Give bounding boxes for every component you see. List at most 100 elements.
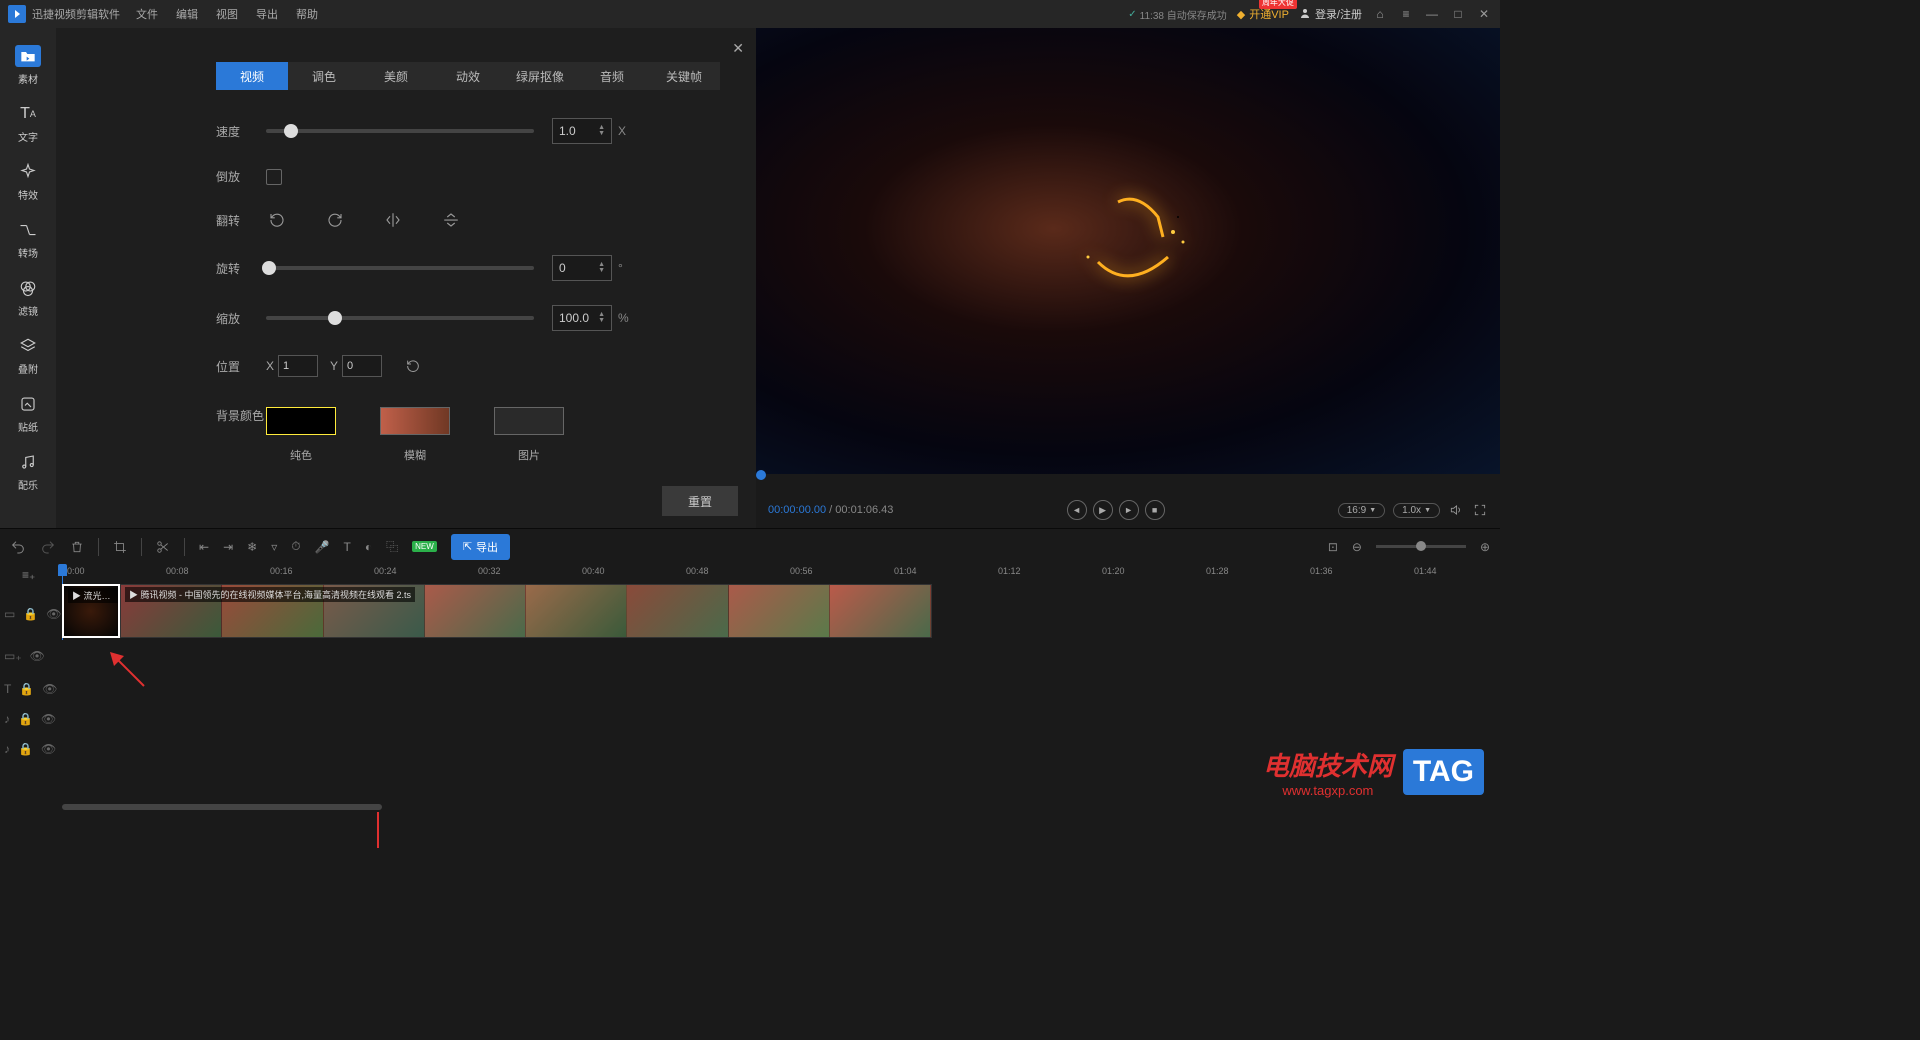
speed-icon[interactable]: ⏱ xyxy=(291,539,300,554)
play-button[interactable]: ▶ xyxy=(1093,500,1113,520)
lock-icon[interactable]: 🔒 xyxy=(19,682,34,696)
playback-rate-select[interactable]: 1.0x▼ xyxy=(1393,503,1440,518)
eye-icon[interactable]: 👁 xyxy=(41,712,56,726)
trim-end-icon[interactable]: ⇥ xyxy=(223,540,233,554)
sidebar-item-filter[interactable]: 滤镜 xyxy=(0,268,56,326)
close-icon[interactable]: ✕ xyxy=(732,40,744,57)
sidebar-item-material[interactable]: 素材 xyxy=(0,36,56,94)
maximize-icon[interactable]: □ xyxy=(1450,6,1466,22)
position-x-input[interactable] xyxy=(278,355,318,377)
clip[interactable]: ▶ 腾讯视频 - 中国领先的在线视频媒体平台,海量高清视频在线观看 2.ts xyxy=(120,584,932,638)
menu-file[interactable]: 文件 xyxy=(136,6,158,22)
tab-beauty[interactable]: 美颜 xyxy=(360,62,432,90)
reset-button[interactable]: 重置 xyxy=(662,486,738,516)
stop-button[interactable]: ■ xyxy=(1145,500,1165,520)
tab-video[interactable]: 视频 xyxy=(216,62,288,90)
marker-icon[interactable]: ▿ xyxy=(271,540,277,554)
video-track[interactable]: ▶ 流光倒... ▶ 腾讯视频 - 中国领先的在线视频媒体平台,海量高清视频在线… xyxy=(62,584,1500,640)
scroll-thumb[interactable] xyxy=(62,804,382,810)
reverse-checkbox[interactable] xyxy=(266,169,282,185)
tracks-area[interactable]: ▶ 流光倒... ▶ 腾讯视频 - 中国领先的在线视频媒体平台,海量高清视频在线… xyxy=(62,584,1500,640)
position-y-input[interactable] xyxy=(342,355,382,377)
spinner-icon[interactable]: ▲▼ xyxy=(598,125,605,137)
speed-slider[interactable] xyxy=(266,129,534,133)
timeline-menu-icon[interactable]: ≡₊ xyxy=(22,568,35,582)
tab-audio[interactable]: 音频 xyxy=(576,62,648,90)
trim-start-icon[interactable]: ⇤ xyxy=(199,540,209,554)
sidebar-item-effects[interactable]: 特效 xyxy=(0,152,56,210)
mask-icon[interactable]: ◐ xyxy=(365,540,372,554)
clip-selected[interactable]: ▶ 流光倒... xyxy=(62,584,120,638)
scale-input[interactable]: 100.0 ▲▼ xyxy=(552,305,612,331)
export-button[interactable]: ⇱ 导出 xyxy=(451,534,510,560)
spinner-icon[interactable]: ▲▼ xyxy=(598,312,605,324)
video-track-icon[interactable]: ▭ xyxy=(4,607,15,621)
flip-vertical-icon[interactable] xyxy=(440,209,462,231)
tab-color[interactable]: 调色 xyxy=(288,62,360,90)
login-button[interactable]: 登录/注册 xyxy=(1299,6,1362,22)
zoom-slider[interactable] xyxy=(1376,545,1466,548)
crop-icon[interactable] xyxy=(113,540,127,554)
fit-icon[interactable]: ⊡ xyxy=(1328,540,1338,554)
scale-slider[interactable] xyxy=(266,316,534,320)
delete-icon[interactable] xyxy=(70,540,84,554)
aspect-ratio-select[interactable]: 16:9▼ xyxy=(1338,503,1385,518)
tab-greenscreen[interactable]: 绿屏抠像 xyxy=(504,62,576,90)
redo-icon[interactable] xyxy=(40,539,56,555)
menu-icon[interactable]: ≡ xyxy=(1398,6,1414,22)
lock-icon[interactable]: 🔒 xyxy=(18,742,33,756)
audio-track-icon[interactable]: ♪ xyxy=(4,712,10,726)
preview-scrubber[interactable] xyxy=(756,474,1500,492)
close-window-icon[interactable]: ✕ xyxy=(1476,6,1492,22)
prev-frame-button[interactable]: ◄ xyxy=(1067,500,1087,520)
text-tool-icon[interactable]: T xyxy=(344,540,351,554)
rotate-ccw-icon[interactable] xyxy=(266,209,288,231)
eye-icon[interactable]: 👁 xyxy=(42,682,57,696)
text-track-icon[interactable]: T xyxy=(4,682,11,696)
zoom-in-icon[interactable]: ⊕ xyxy=(1480,540,1490,554)
sidebar-item-transition[interactable]: 转场 xyxy=(0,210,56,268)
time-ruler[interactable]: 00:00 00:08 00:16 00:24 00:32 00:40 00:4… xyxy=(62,564,1500,584)
sidebar-item-sticker[interactable]: 贴纸 xyxy=(0,384,56,442)
bg-solid-swatch[interactable] xyxy=(266,407,336,435)
menu-view[interactable]: 视图 xyxy=(216,6,238,22)
preview-video[interactable] xyxy=(756,28,1500,474)
eye-icon[interactable]: 👁 xyxy=(30,649,45,663)
rotate-slider[interactable] xyxy=(266,266,534,270)
tab-keyframe[interactable]: 关键帧 xyxy=(648,62,720,90)
menu-edit[interactable]: 编辑 xyxy=(176,6,198,22)
tab-motion[interactable]: 动效 xyxy=(432,62,504,90)
menu-export[interactable]: 导出 xyxy=(256,6,278,22)
scrub-head[interactable] xyxy=(756,470,766,480)
rotate-cw-icon[interactable] xyxy=(324,209,346,231)
overlay-track-icon[interactable]: ▭₊ xyxy=(4,649,22,663)
speed-input[interactable]: 1.0 ▲▼ xyxy=(552,118,612,144)
menu-help[interactable]: 帮助 xyxy=(296,6,318,22)
fullscreen-icon[interactable] xyxy=(1472,502,1488,518)
bg-blur-swatch[interactable] xyxy=(380,407,450,435)
next-frame-button[interactable]: ► xyxy=(1119,500,1139,520)
lock-icon[interactable]: 🔒 xyxy=(18,712,33,726)
zoom-out-icon[interactable]: ⊖ xyxy=(1352,540,1362,554)
home-icon[interactable]: ⌂ xyxy=(1372,6,1388,22)
freeze-frame-icon[interactable]: ❄ xyxy=(247,540,257,554)
vip-button[interactable]: ◆ 开通VIP 周年大促 xyxy=(1237,6,1289,22)
lock-icon[interactable]: 🔒 xyxy=(23,607,38,621)
audio-track-icon[interactable]: ♪ xyxy=(4,742,10,756)
bg-image-swatch[interactable] xyxy=(494,407,564,435)
voice-icon[interactable]: 🎤 xyxy=(315,540,330,554)
sidebar-item-text[interactable]: TA 文字 xyxy=(0,94,56,152)
eye-icon[interactable]: 👁 xyxy=(46,607,61,621)
reset-position-icon[interactable] xyxy=(402,355,424,377)
eye-icon[interactable]: 👁 xyxy=(41,742,56,756)
timeline-scrollbar[interactable] xyxy=(62,804,1496,812)
undo-icon[interactable] xyxy=(10,539,26,555)
flip-horizontal-icon[interactable] xyxy=(382,209,404,231)
split-icon[interactable] xyxy=(156,540,170,554)
spinner-icon[interactable]: ▲▼ xyxy=(598,262,605,274)
minimize-icon[interactable]: — xyxy=(1424,6,1440,22)
sidebar-item-overlay[interactable]: 叠附 xyxy=(0,326,56,384)
copy-icon[interactable]: ⿻ xyxy=(386,538,398,555)
rotate-input[interactable]: 0 ▲▼ xyxy=(552,255,612,281)
sidebar-item-music[interactable]: 配乐 xyxy=(0,442,56,500)
